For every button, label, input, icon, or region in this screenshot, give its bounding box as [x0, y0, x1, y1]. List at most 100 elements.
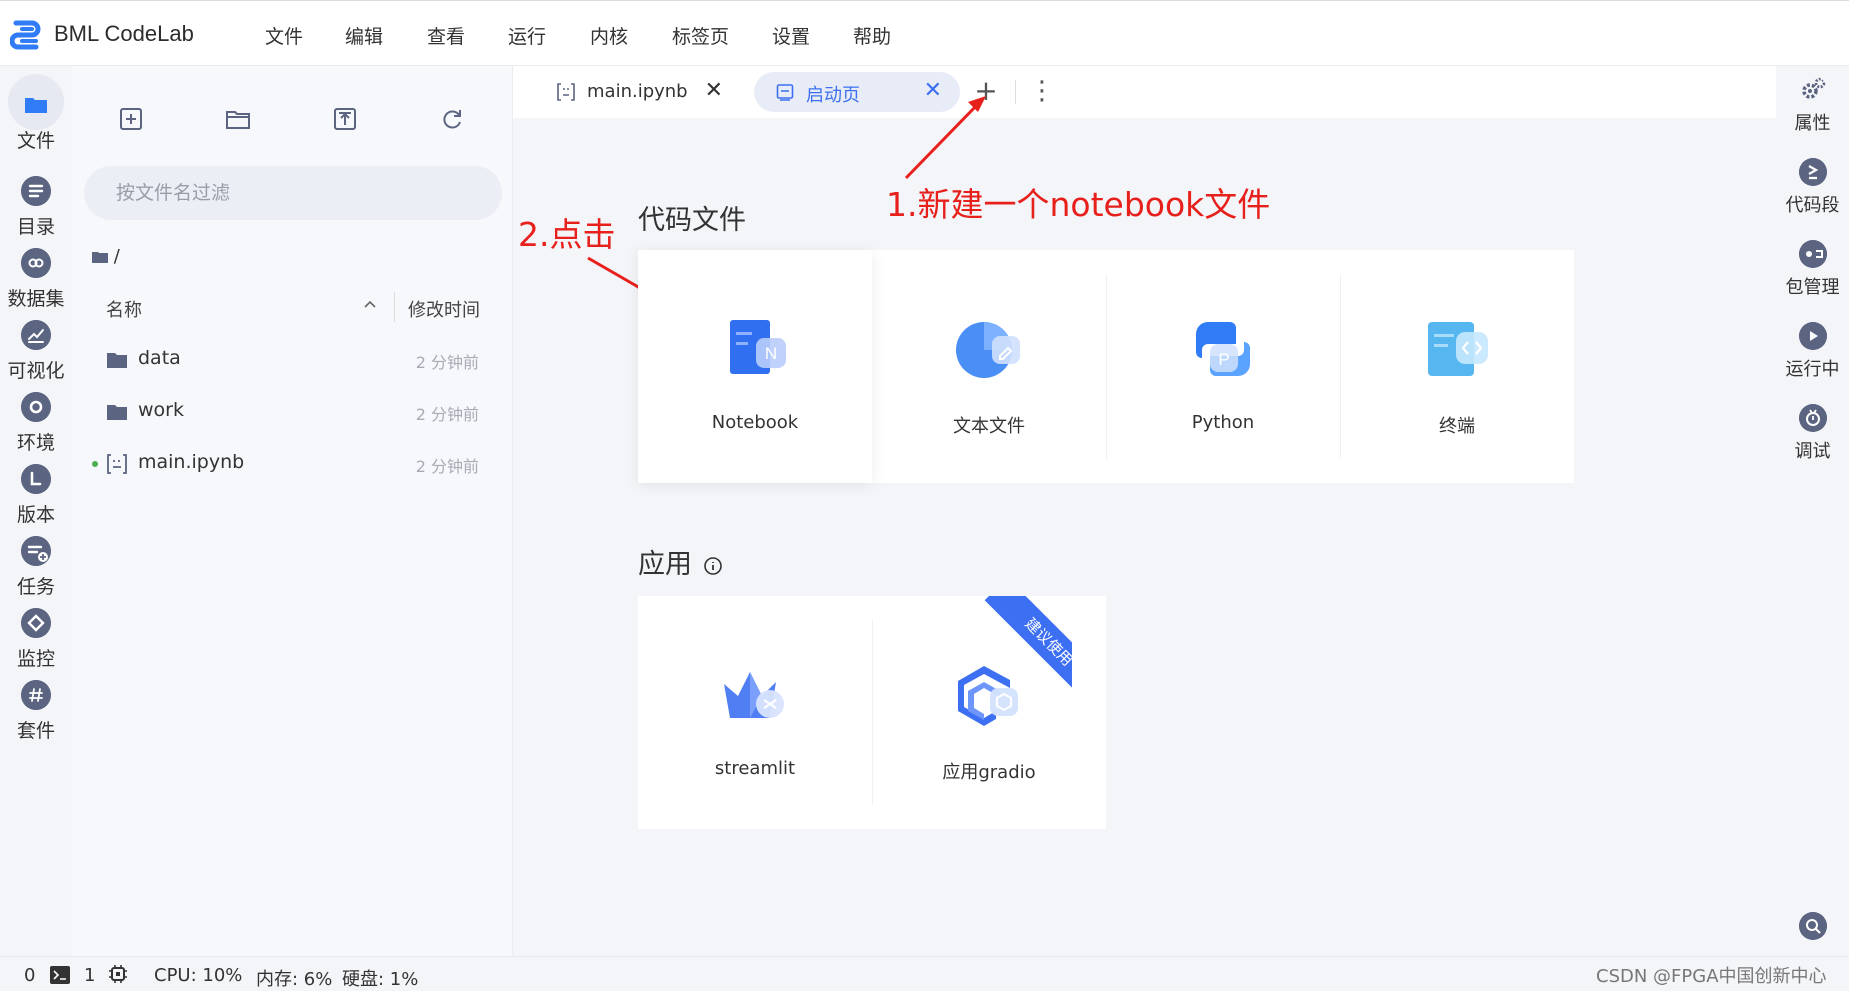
- code-snippet-icon: [1799, 158, 1827, 186]
- terminal-count[interactable]: 0: [24, 965, 35, 986]
- search-icon[interactable]: [1799, 912, 1827, 940]
- menu-file[interactable]: 文件: [265, 22, 303, 49]
- right-rail-label: 调试: [1794, 441, 1831, 462]
- folder-icon: [107, 405, 127, 420]
- menu-run[interactable]: 运行: [508, 22, 546, 49]
- card-python[interactable]: P Python: [1106, 250, 1340, 483]
- file-modified-time: 2 分钟前: [415, 353, 479, 372]
- suite-icon: [21, 680, 51, 710]
- cpu-chip-icon: [109, 965, 127, 983]
- rail-label-environment: 环境: [16, 432, 55, 454]
- right-sidebar-rail: 属性 代码段 包管理 运行中 调试: [1776, 66, 1849, 956]
- rail-item-environment[interactable]: 环境: [0, 392, 72, 472]
- svg-text:N: N: [765, 344, 777, 363]
- card-label: streamlit: [714, 758, 796, 779]
- column-divider[interactable]: [394, 292, 395, 322]
- notebook-icon: [107, 454, 127, 474]
- app-cards-group: streamlit 应用gradio 建议使用: [638, 596, 1106, 829]
- new-file-icon[interactable]: [116, 104, 146, 134]
- file-row-work[interactable]: work 2 分钟前: [72, 384, 513, 444]
- right-rail-running[interactable]: 运行中: [1776, 322, 1849, 396]
- python-card-icon: P: [1196, 322, 1250, 376]
- tab-launcher[interactable]: 启动页 ✕: [754, 72, 960, 112]
- right-rail-label: 代码段: [1785, 195, 1840, 216]
- left-activity-rail: 文件 目录 数据集 可视化 环境 版本 任务 监控 套件: [0, 66, 72, 956]
- right-rail-snippets[interactable]: 代码段: [1776, 158, 1849, 232]
- menu-view[interactable]: 查看: [427, 22, 465, 49]
- tab-close-icon[interactable]: ✕: [924, 78, 942, 103]
- add-tab-plus-icon[interactable]: +: [971, 76, 1001, 106]
- tab-main-ipynb[interactable]: main.ipynb ✕: [513, 72, 733, 112]
- rail-item-visualization[interactable]: 可视化: [0, 320, 72, 400]
- card-streamlit[interactable]: streamlit: [638, 596, 872, 829]
- app-section-title: 应用: [638, 542, 723, 581]
- rail-label-dataset: 数据集: [7, 288, 65, 310]
- gears-icon: [1802, 77, 1826, 99]
- refresh-icon[interactable]: [437, 104, 467, 134]
- card-text-file[interactable]: 文本文件: [872, 250, 1106, 483]
- terminal-icon[interactable]: [50, 966, 70, 984]
- notebook-icon: [557, 83, 575, 101]
- card-terminal[interactable]: 终端: [1340, 250, 1574, 483]
- rail-label-toc: 目录: [16, 216, 55, 238]
- file-browser-panel: / 名称 修改时间 data 2 分钟前 work 2 分钟前 main.ipy…: [72, 66, 513, 956]
- notebook-card-icon: N: [730, 320, 786, 374]
- upload-icon[interactable]: [330, 104, 360, 134]
- column-header-modified[interactable]: 修改时间: [408, 296, 480, 322]
- info-icon[interactable]: [703, 556, 723, 576]
- menu-tabs[interactable]: 标签页: [672, 22, 729, 49]
- rail-item-monitor[interactable]: 监控: [0, 608, 72, 688]
- card-label: 文本文件: [953, 416, 1025, 437]
- more-vertical-icon[interactable]: ⋮: [1029, 76, 1055, 106]
- task-icon: [21, 536, 51, 566]
- card-label: 终端: [1439, 416, 1475, 437]
- right-rail-properties[interactable]: 属性: [1776, 76, 1849, 150]
- breadcrumb[interactable]: /: [92, 246, 120, 267]
- right-rail-label: 包管理: [1785, 277, 1840, 298]
- launcher-icon: [776, 84, 794, 101]
- top-menu-bar: BML CodeLab 文件 编辑 查看 运行 内核 标签页 设置 帮助: [0, 0, 1849, 66]
- rail-item-dataset[interactable]: 数据集: [0, 248, 72, 328]
- column-header-name[interactable]: 名称: [106, 296, 142, 322]
- kernel-count[interactable]: 1: [84, 965, 95, 986]
- rail-item-suite[interactable]: 套件: [0, 680, 72, 760]
- file-name: data: [138, 347, 181, 369]
- rail-item-task[interactable]: 任务: [0, 536, 72, 616]
- play-icon: [1799, 322, 1827, 350]
- tab-separator: [1015, 80, 1016, 104]
- annotation-step1: 1.新建一个notebook文件: [886, 185, 1271, 224]
- new-folder-icon[interactable]: [223, 104, 253, 134]
- folder-icon: [25, 98, 47, 113]
- menu-help[interactable]: 帮助: [853, 22, 891, 49]
- monitor-icon: [21, 608, 51, 638]
- menu-settings[interactable]: 设置: [772, 22, 810, 49]
- file-modified-time: 2 分钟前: [415, 405, 479, 424]
- sort-ascending-icon[interactable]: [360, 294, 380, 314]
- card-label: Python: [1191, 412, 1255, 433]
- memory-usage: 内存: 6%: [256, 969, 333, 990]
- card-notebook[interactable]: N Notebook: [638, 250, 872, 483]
- rail-label-visualization: 可视化: [7, 360, 65, 382]
- file-name: work: [138, 399, 184, 421]
- rail-item-files[interactable]: 文件: [0, 74, 72, 170]
- menu-kernel[interactable]: 内核: [590, 22, 628, 49]
- right-rail-packages[interactable]: 包管理: [1776, 240, 1849, 314]
- file-row-main-ipynb[interactable]: main.ipynb 2 分钟前: [72, 436, 513, 496]
- cpu-usage: CPU: 10%: [154, 965, 243, 986]
- folder-icon: [107, 353, 127, 368]
- package-icon: [1799, 240, 1827, 268]
- menu-edit[interactable]: 编辑: [345, 22, 383, 49]
- code-section-title: 代码文件: [638, 205, 746, 236]
- file-name: main.ipynb: [138, 451, 245, 473]
- rail-item-toc[interactable]: 目录: [0, 176, 72, 256]
- rail-item-version[interactable]: 版本: [0, 464, 72, 544]
- file-filter-input[interactable]: [84, 166, 502, 220]
- rail-label-version: 版本: [16, 504, 55, 526]
- environment-icon: [21, 392, 51, 422]
- right-rail-debug[interactable]: 调试: [1776, 404, 1849, 478]
- file-row-data[interactable]: data 2 分钟前: [72, 332, 513, 392]
- status-bar: 0 1 CPU: 10% 内存: 6% 硬盘: 1%: [0, 956, 1849, 991]
- tab-close-icon[interactable]: ✕: [705, 78, 723, 103]
- tab-label: main.ipynb: [587, 81, 688, 102]
- list-icon: [21, 176, 51, 206]
